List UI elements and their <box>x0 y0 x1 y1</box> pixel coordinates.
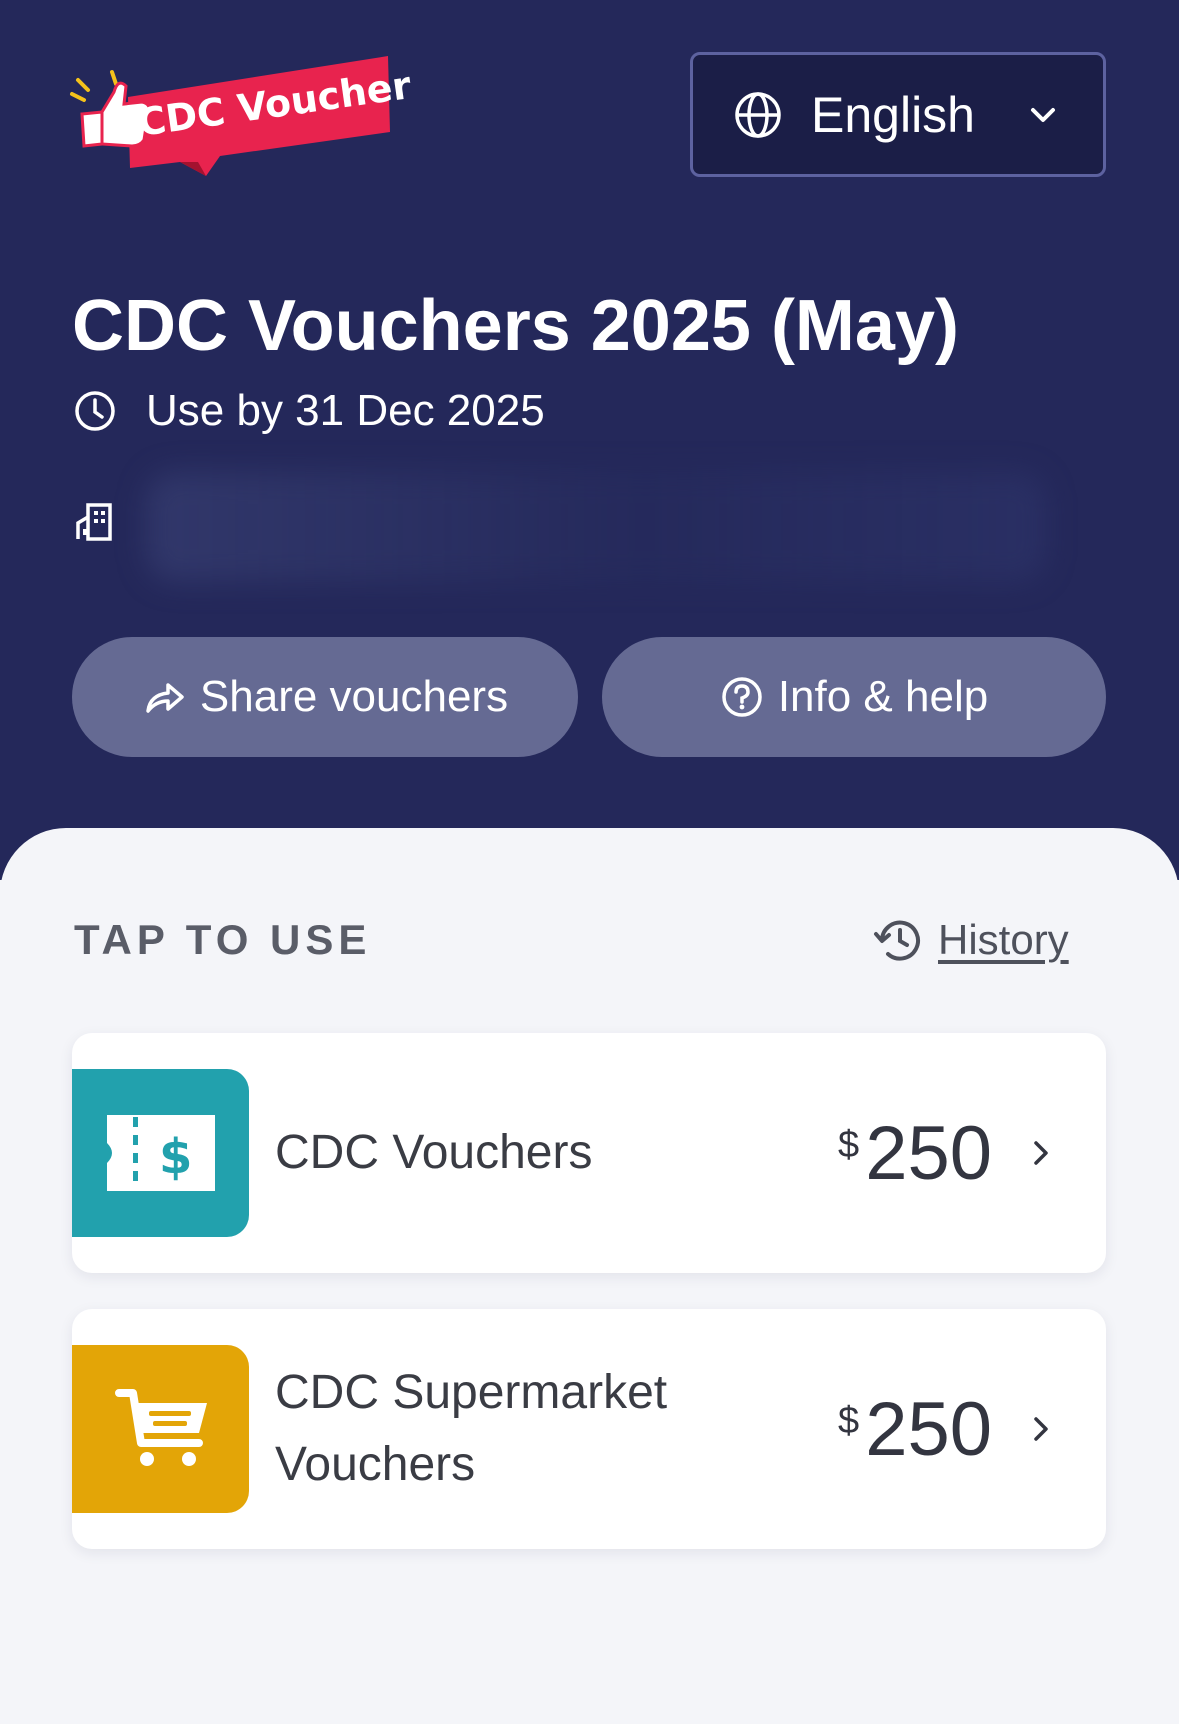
share-arrow-icon <box>146 683 184 713</box>
expiry-row: Use by 31 Dec 2025 <box>74 386 545 436</box>
expiry-text: Use by 31 Dec 2025 <box>146 386 545 435</box>
history-clock-icon <box>874 920 920 961</box>
voucher-name: CDC Supermarket Vouchers <box>275 1366 668 1491</box>
voucher-tile <box>72 1345 249 1513</box>
ticket-dollar-icon: $ <box>106 1115 215 1191</box>
address-row <box>74 462 1046 582</box>
chevron-right-icon <box>1034 1417 1048 1441</box>
share-vouchers-label: Share vouchers <box>199 672 509 721</box>
chevron-right-icon <box>1034 1141 1048 1165</box>
chevron-down-icon <box>1031 107 1055 122</box>
cdc-voucher-logo: CDC Voucher <box>70 56 414 176</box>
language-label: English <box>811 86 975 143</box>
language-selector[interactable]: English <box>690 52 1106 177</box>
clock-icon <box>75 391 115 431</box>
voucher-amount: $ 250 <box>838 1110 992 1197</box>
share-vouchers-button[interactable]: Share vouchers <box>72 637 578 757</box>
svg-text:$: $ <box>159 1129 192 1185</box>
shopping-cart-icon <box>114 1389 207 1466</box>
voucher-card-cdc[interactable]: $ CDC Vouchers $ 250 <box>72 1033 1106 1273</box>
building-icon <box>76 503 112 541</box>
amount-value: 250 <box>865 1110 992 1196</box>
page-title: CDC Vouchers 2025 (May) <box>72 286 959 366</box>
question-circle-icon <box>722 677 762 717</box>
info-help-label: Info & help <box>777 672 989 721</box>
voucher-name: CDC Vouchers <box>275 1126 593 1179</box>
info-help-button[interactable]: Info & help <box>602 637 1106 757</box>
voucher-amount: $ 250 <box>838 1386 992 1473</box>
currency-symbol: $ <box>838 1399 860 1442</box>
voucher-tile: $ <box>72 1069 249 1237</box>
amount-value: 250 <box>865 1386 992 1472</box>
section-label: TAP TO USE <box>74 916 372 963</box>
history-label: History <box>938 916 1069 963</box>
voucher-card-supermarket[interactable]: CDC Supermarket Vouchers $ 250 <box>72 1309 1106 1549</box>
currency-symbol: $ <box>838 1123 860 1166</box>
header: CDC Voucher English CDC Vouchers 2025 (M… <box>0 0 1179 880</box>
globe-icon <box>735 91 781 138</box>
history-link[interactable]: History <box>872 914 1069 966</box>
redacted-address <box>146 472 1046 582</box>
